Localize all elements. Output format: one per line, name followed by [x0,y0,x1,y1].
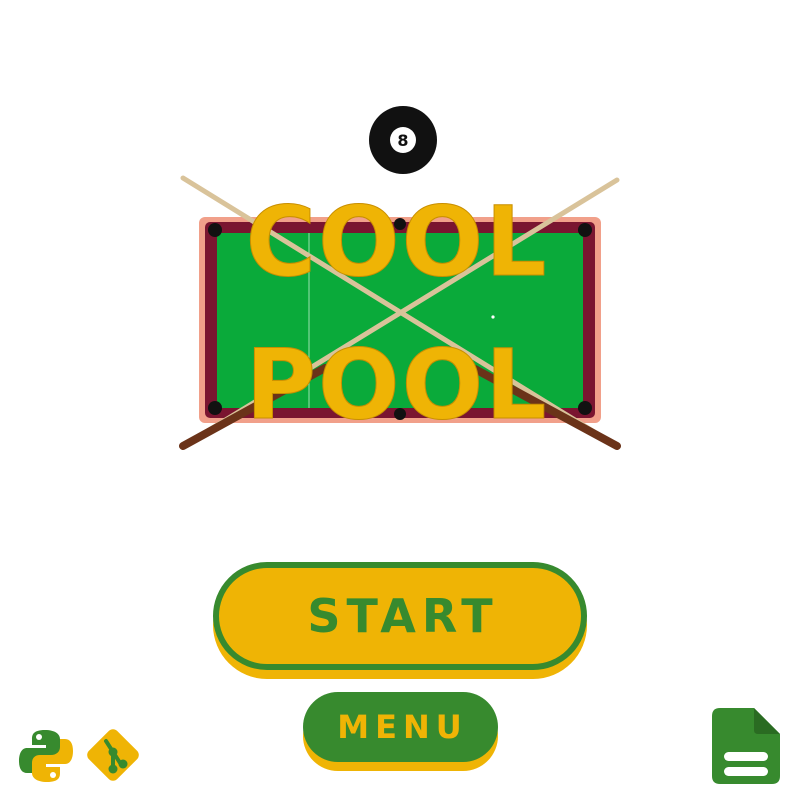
logo-graphic: 8 COOL POOL [179,106,621,450]
title-word-cool: COOL [246,186,549,298]
game-logo: 8 COOL POOL [175,100,625,460]
python-icon[interactable] [18,728,74,784]
start-button[interactable]: START [213,562,587,670]
document-icon[interactable] [712,708,780,784]
git-icon[interactable] [82,724,144,786]
title-word-pool: POOL [246,329,549,441]
eight-ball-number: 8 [397,131,408,150]
menu-button[interactable]: MENU [303,692,498,762]
title-screen: 8 COOL POOL START MENU [0,0,800,800]
eight-ball: 8 [369,106,437,174]
